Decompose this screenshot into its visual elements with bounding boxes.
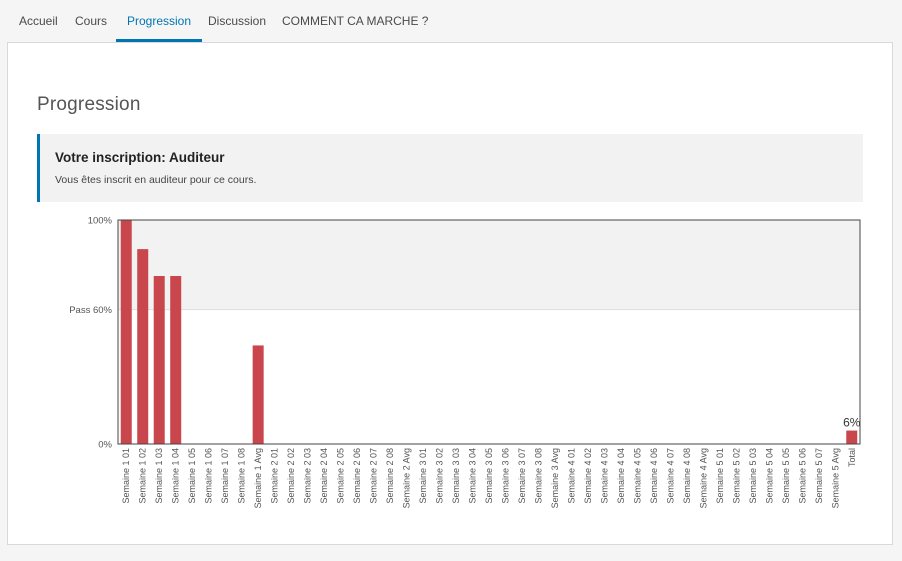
x-tick-label: Semaine 3 Avg	[550, 448, 560, 508]
tab-cours[interactable]: Cours	[75, 0, 107, 42]
x-tick-label: Semaine 5 03	[748, 448, 758, 504]
bar	[153, 276, 165, 444]
x-tick-label: Semaine 5 07	[814, 448, 824, 504]
x-tick-label: Semaine 1 03	[154, 448, 164, 504]
progress-chart: 0% Pass 60% 100% Semaine 1 01 Semaine 1 02 Se…	[69, 216, 861, 509]
x-tick-label: Semaine 5 05	[781, 448, 791, 504]
x-tick-label: Semaine 1 06	[204, 448, 214, 504]
x-tick-label: Semaine 3 03	[451, 448, 461, 504]
x-tick-label: Semaine 4 03	[599, 448, 609, 504]
page-title: Progression	[37, 94, 141, 115]
bar	[846, 430, 858, 444]
bar	[120, 220, 132, 444]
course-tabs: Accueil Cours Progression Discussion COM…	[0, 0, 902, 42]
tab-discussion[interactable]: Discussion	[208, 0, 266, 42]
x-tick-label: Semaine 4 05	[632, 448, 642, 504]
x-tick-label: Semaine 1 07	[220, 448, 230, 504]
bar	[137, 249, 149, 444]
x-tick-label: Semaine 1 Avg	[253, 448, 263, 508]
x-tick-label: Semaine 5 01	[715, 448, 725, 504]
x-tick-label: Semaine 1 01	[121, 448, 131, 504]
bar	[170, 276, 182, 444]
x-tick-label: Semaine 3 01	[418, 448, 428, 504]
bar	[252, 345, 264, 444]
enrollment-notice-text: Vous êtes inscrit en auditeur pour ce co…	[55, 174, 257, 186]
tab-comment-ca-marche[interactable]: COMMENT CA MARCHE ?	[282, 0, 428, 42]
y-tick-label: Pass 60%	[69, 305, 112, 316]
x-tick-label: Semaine 2 07	[369, 448, 379, 504]
x-tick-label: Semaine 3 04	[468, 448, 478, 504]
x-tick-label: Semaine 2 08	[385, 448, 395, 504]
x-tick-label: Semaine 2 03	[303, 448, 313, 504]
x-tick-label: Semaine 4 01	[566, 448, 576, 504]
x-tick-label: Semaine 4 08	[682, 448, 692, 504]
x-tick-label: Semaine 2 05	[336, 448, 346, 504]
x-tick-label: Semaine 3 02	[435, 448, 445, 504]
x-tick-label: Semaine 5 06	[797, 448, 807, 504]
pass-zone-band	[118, 220, 860, 310]
data-label: 6%	[843, 416, 861, 430]
x-tick-label: Semaine 3 06	[500, 448, 510, 504]
x-tick-label: Semaine 3 08	[533, 448, 543, 504]
tab-progression[interactable]: Progression	[115, 0, 203, 42]
x-tick-label: Semaine 2 Avg	[402, 448, 412, 508]
x-tick-label: Semaine 4 06	[649, 448, 659, 504]
enrollment-notice: Votre inscription: Auditeur Vous êtes in…	[37, 134, 863, 202]
x-tick-label: Semaine 1 05	[187, 448, 197, 504]
x-tick-label: Semaine 5 04	[764, 448, 774, 504]
x-tick-label: Semaine 1 04	[171, 448, 181, 504]
x-tick-label: Semaine 3 07	[517, 448, 527, 504]
x-tick-label: Semaine 3 05	[484, 448, 494, 504]
x-tick-label: Semaine 2 04	[319, 448, 329, 504]
x-tick-label: Semaine 2 06	[352, 448, 362, 504]
x-tick-label: Total	[847, 448, 857, 467]
y-tick-label: 0%	[98, 440, 112, 451]
x-tick-label: Semaine 5 Avg	[830, 448, 840, 508]
y-tick-label: 100%	[88, 216, 113, 227]
tab-accueil[interactable]: Accueil	[19, 0, 58, 42]
x-tick-label: Semaine 2 02	[286, 448, 296, 504]
x-tick-label: Semaine 5 02	[731, 448, 741, 504]
x-tick-label: Semaine 2 01	[270, 448, 280, 504]
x-tick-label: Semaine 4 02	[583, 448, 593, 504]
x-tick-label: Semaine 4 07	[665, 448, 675, 504]
x-tick-label: Semaine 1 08	[237, 448, 247, 504]
x-tick-label: Semaine 1 02	[138, 448, 148, 504]
x-tick-label: Semaine 4 Avg	[698, 448, 708, 508]
enrollment-notice-title: Votre inscription: Auditeur	[55, 150, 225, 165]
x-tick-label: Semaine 4 04	[616, 448, 626, 504]
